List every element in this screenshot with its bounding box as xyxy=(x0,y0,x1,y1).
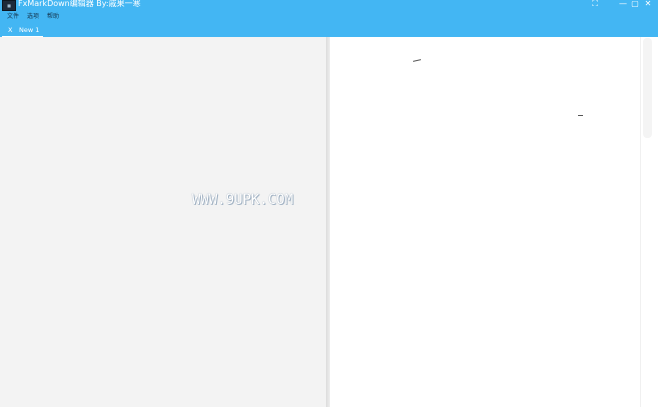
preview-stroke xyxy=(412,59,422,62)
menu-help[interactable]: 帮助 xyxy=(47,11,59,23)
tab-label: New 1 xyxy=(19,26,40,34)
title-bar[interactable]: ■ FxMarkDown编辑器 By:戚果一寒 ⛶ — ▢ ✕ 文件 选项 帮助… xyxy=(0,0,658,37)
close-icon[interactable]: ✕ xyxy=(642,0,654,9)
menu-file[interactable]: 文件 xyxy=(7,11,19,23)
app-window: ■ FxMarkDown编辑器 By:戚果一寒 ⛶ — ▢ ✕ 文件 选项 帮助… xyxy=(0,0,658,407)
preview-stroke xyxy=(578,115,583,116)
maximize-icon[interactable]: ▢ xyxy=(629,0,641,9)
preview-pane xyxy=(330,37,640,407)
minimize-icon[interactable]: — xyxy=(617,0,629,9)
watermark-text: WWW.9UPK.COM xyxy=(192,192,294,208)
tab-close-icon[interactable]: X xyxy=(8,25,12,36)
menu-bar: 文件 选项 帮助 xyxy=(0,11,200,23)
menu-options[interactable]: 选项 xyxy=(27,11,39,23)
tab-new-1[interactable]: X New 1 xyxy=(2,25,43,37)
app-logo-icon: ■ xyxy=(2,0,16,11)
markdown-editor[interactable] xyxy=(0,37,327,407)
window-title: FxMarkDown编辑器 By:戚果一寒 xyxy=(18,0,141,8)
scrollbar-thumb[interactable] xyxy=(643,38,652,138)
fullscreen-icon[interactable]: ⛶ xyxy=(589,0,601,9)
